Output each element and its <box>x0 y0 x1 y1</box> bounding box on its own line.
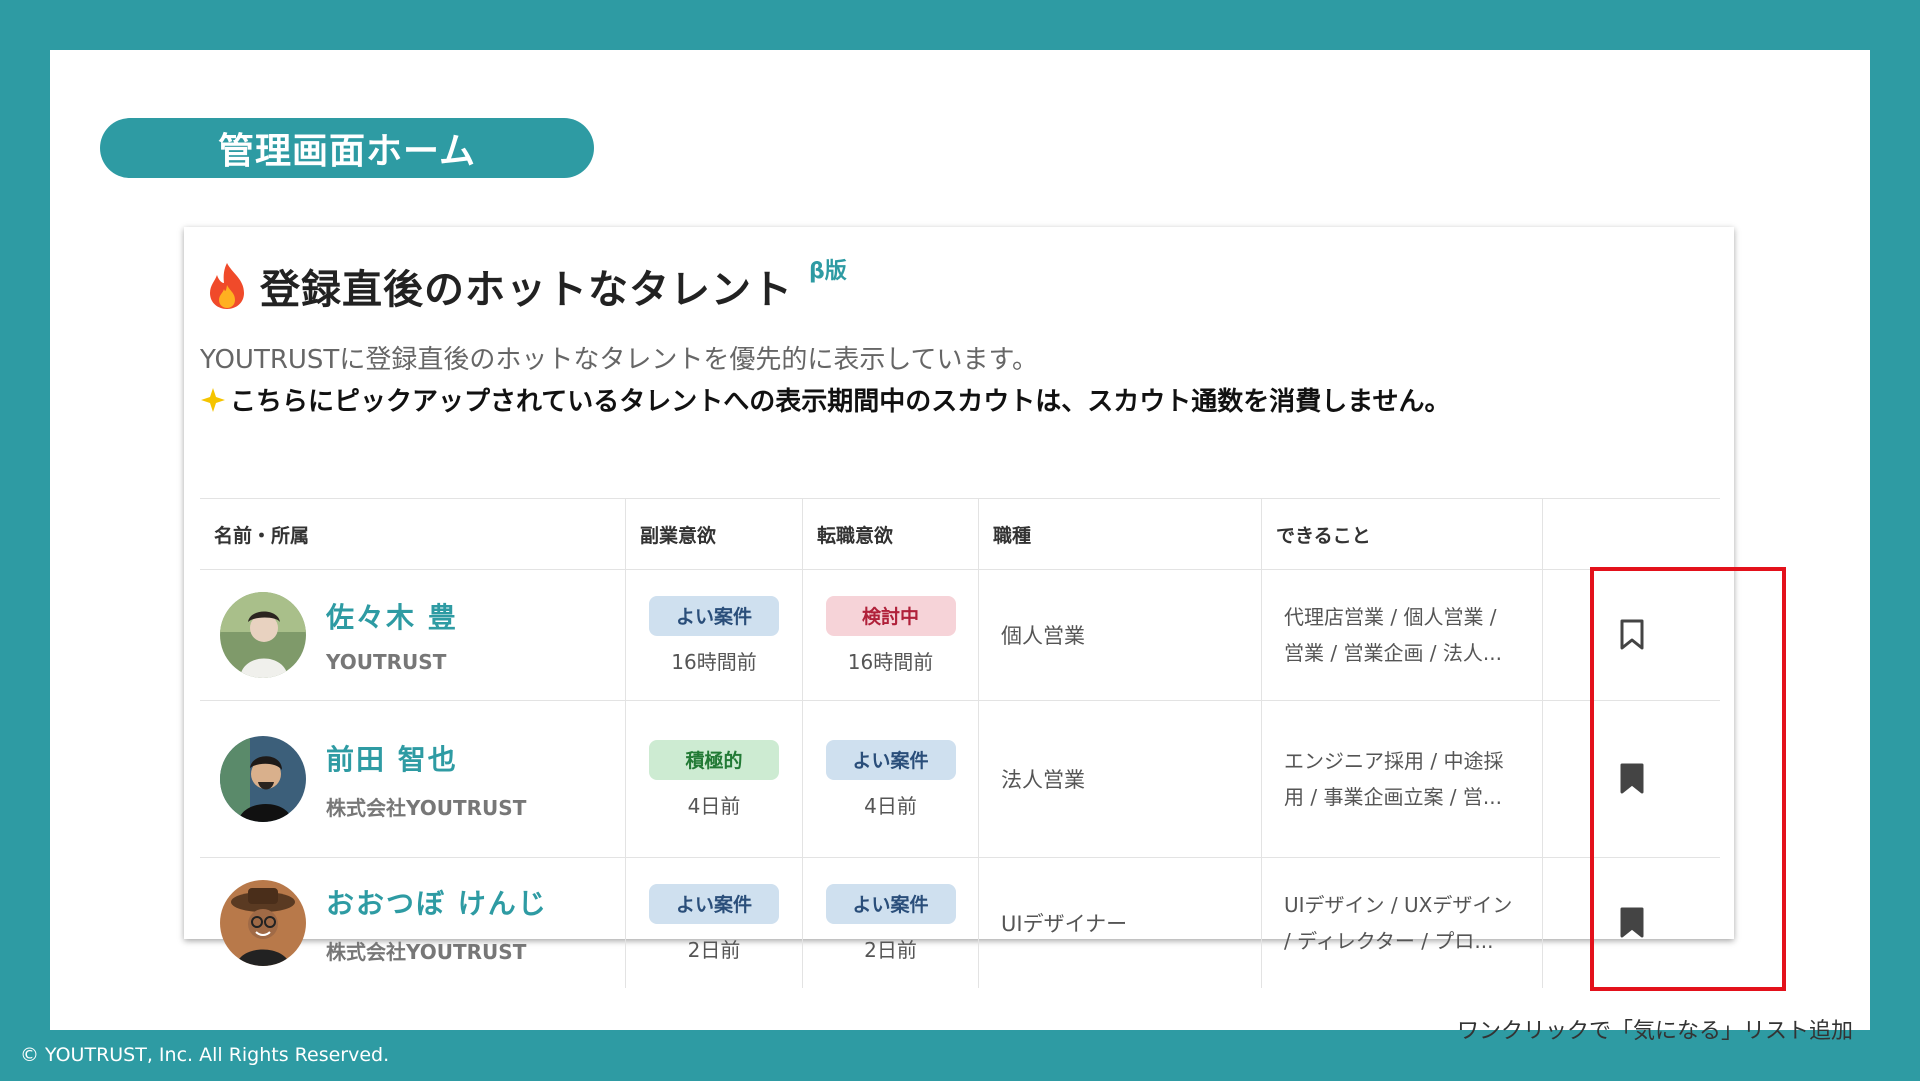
skills: 代理店営業 / 個人営業 / 営業 / 営業企画 / 法人... <box>1262 570 1542 700</box>
card-note: こちらにピックアップされているタレントへの表示期間中のスカウトは、スカウト通数を… <box>200 381 1450 418</box>
slide: 管理画面ホーム 登録直後のホットなタレント β版 YOUTRUSTに登録直後のホ… <box>50 50 1870 1044</box>
table-header-row: 名前・所属 副業意欲 転職意欲 職種 できること <box>200 499 1720 570</box>
job-change-time: 16時間前 <box>847 649 934 674</box>
job-change-badge: 検討中 <box>825 595 956 636</box>
job-type: 個人営業 <box>1001 624 1085 648</box>
skills-line: 用 / 事業企画立案 / 営... <box>1284 785 1502 809</box>
talent-name[interactable]: おおつぼ けんじ <box>326 882 548 922</box>
avatar[interactable] <box>220 736 306 822</box>
job-change-badge: よい案件 <box>825 883 956 924</box>
talent-table: 名前・所属 副業意欲 転職意欲 職種 できること 佐々木 豊 YOUTRUST … <box>200 498 1720 988</box>
copyright-footer: © YOUTRUST, Inc. All Rights Reserved. <box>20 1044 390 1066</box>
skills: UIデザイン / UXデザイン / ディレクター / プロ... <box>1262 858 1542 988</box>
talent-company: 株式会社YOUTRUST <box>326 939 527 964</box>
card-note-text: こちらにピックアップされているタレントへの表示期間中のスカウトは、スカウト通数を… <box>230 387 1451 417</box>
skills-line: 代理店営業 / 個人営業 / <box>1284 605 1497 629</box>
table-row[interactable]: 前田 智也 株式会社YOUTRUST 積極的 4日前 よい案件 4日前 法人営業… <box>200 701 1720 858</box>
table-row[interactable]: おおつぼ けんじ 株式会社YOUTRUST よい案件 2日前 よい案件 2日前 … <box>200 858 1720 988</box>
job-change-badge: よい案件 <box>825 739 956 780</box>
header-bookmark <box>1543 499 1720 569</box>
job-change-time: 4日前 <box>864 793 917 818</box>
job-change-time: 2日前 <box>864 937 917 962</box>
talent-company: YOUTRUST <box>326 650 447 674</box>
skills-line: エンジニア採用 / 中途採 <box>1284 749 1504 773</box>
hot-talent-card: 登録直後のホットなタレント β版 YOUTRUSTに登録直後のホットなタレントを… <box>184 227 1734 988</box>
avatar[interactable] <box>220 880 306 966</box>
talent-company: 株式会社YOUTRUST <box>326 795 527 820</box>
job-type: 法人営業 <box>1001 768 1085 792</box>
side-job-time: 2日前 <box>687 937 741 962</box>
skills: エンジニア採用 / 中途採用 / 事業企画立案 / 営... <box>1262 701 1542 857</box>
talent-name[interactable]: 前田 智也 <box>326 738 526 778</box>
sparkle-star-icon <box>201 387 225 412</box>
header-name: 名前・所属 <box>200 499 626 569</box>
table-row[interactable]: 佐々木 豊 YOUTRUST よい案件 16時間前 検討中 16時間前 個人営業… <box>200 570 1720 701</box>
card-title: 登録直後のホットなタレント <box>260 267 793 313</box>
side-job-time: 4日前 <box>687 793 741 818</box>
skills-line: UIデザイン / UXデザイン <box>1284 893 1513 917</box>
bookmark-column-highlight <box>1590 567 1786 991</box>
skills-line: 営業 / 営業企画 / 法人... <box>1284 641 1502 665</box>
beta-badge: β版 <box>809 259 847 284</box>
card-description: YOUTRUSTに登録直後のホットなタレントを優先的に表示しています。 <box>200 345 1038 375</box>
caption: ワンクリックで「気になる」リスト追加 <box>1457 1019 1854 1044</box>
side-job-badge: よい案件 <box>649 595 779 636</box>
job-type: UIデザイナー <box>1001 912 1128 936</box>
header-job-change: 転職意欲 <box>803 499 979 569</box>
header-side-job: 副業意欲 <box>626 499 803 569</box>
skills-line: / ディレクター / プロ... <box>1284 929 1494 953</box>
talent-name[interactable]: 佐々木 豊 <box>326 596 458 636</box>
side-job-badge: よい案件 <box>649 883 779 924</box>
slide-title: 管理画面ホーム <box>100 118 594 178</box>
side-job-time: 16時間前 <box>671 649 757 674</box>
side-job-badge: 積極的 <box>649 739 779 780</box>
card-header: 登録直後のホットなタレント β版 <box>204 257 847 315</box>
header-job-type: 職種 <box>979 499 1262 569</box>
header-skills: できること <box>1262 499 1543 569</box>
avatar[interactable] <box>220 592 306 678</box>
fire-icon <box>210 263 244 309</box>
